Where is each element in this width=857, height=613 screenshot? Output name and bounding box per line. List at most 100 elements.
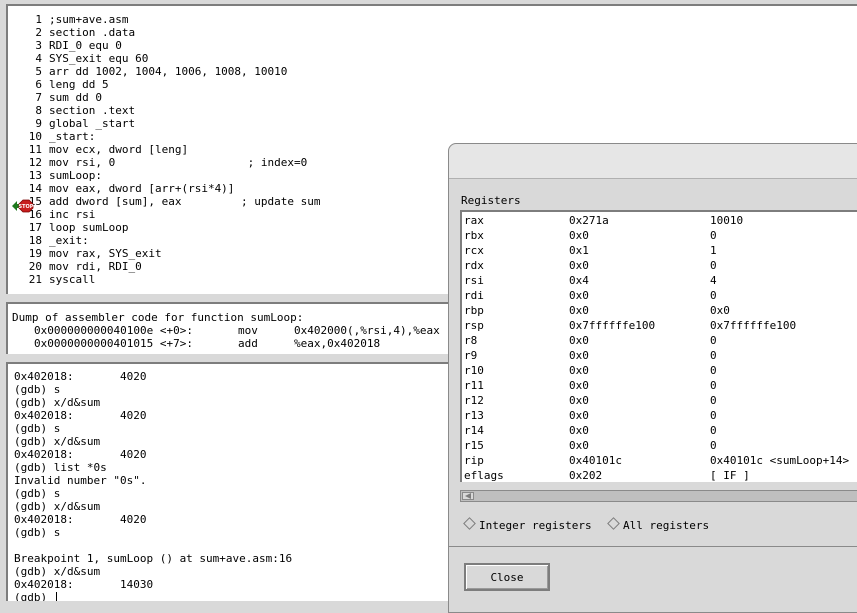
line-number: 8 (35, 104, 42, 117)
integer-registers-radio[interactable]: Integer registers (463, 517, 592, 533)
dialog-titlebar[interactable] (449, 144, 857, 179)
console-line: (gdb) x/d&sum (14, 435, 101, 448)
console-line: (gdb) x/d&sum (14, 500, 101, 513)
stop-label: STOP (19, 204, 34, 210)
line-number: 18 (28, 234, 42, 247)
register-name: rbx (464, 229, 484, 242)
asm-address: 0x0000000000401015 <+7>: (34, 337, 193, 350)
registers-heading: Registers (461, 194, 521, 207)
source-code: mov rax, SYS_exit (49, 247, 162, 260)
console-line: (gdb) list *0s (14, 461, 107, 474)
radio-diamond-icon (607, 517, 620, 530)
register-row[interactable]: r8 0x0 0 (462, 333, 857, 348)
register-name: eflags (464, 469, 504, 482)
line-number: 3 (35, 39, 42, 52)
register-value: 0 (710, 229, 717, 242)
register-name: rip (464, 454, 484, 467)
register-row[interactable]: r13 0x0 0 (462, 408, 857, 423)
register-hex: 0x4 (569, 274, 589, 287)
breakpoint-stop-icon[interactable]: STOP (12, 199, 34, 213)
register-name: r13 (464, 409, 484, 422)
line-number: 14 (28, 182, 42, 195)
register-value: 0 (710, 364, 717, 377)
register-value: 0 (710, 334, 717, 347)
register-row[interactable]: rax 0x271a 10010 (462, 213, 857, 228)
console-line: 0x402018: 4020 (14, 513, 147, 526)
register-row[interactable]: r15 0x0 0 (462, 438, 857, 453)
all-registers-radio[interactable]: All registers (607, 517, 709, 533)
register-row[interactable]: r12 0x0 0 (462, 393, 857, 408)
register-row[interactable]: r11 0x0 0 (462, 378, 857, 393)
register-name: rdi (464, 289, 484, 302)
source-code: RDI_0 equ 0 (49, 39, 122, 52)
register-hex: 0x0 (569, 289, 589, 302)
close-button[interactable]: Close (464, 563, 550, 591)
register-value: 0 (710, 394, 717, 407)
register-name: rdx (464, 259, 484, 272)
register-hex: 0x0 (569, 394, 589, 407)
source-code: _start: (49, 130, 96, 143)
line-number: 5 (35, 65, 42, 78)
register-hex: 0x0 (569, 364, 589, 377)
line-number: 6 (35, 78, 42, 91)
source-code: mov ecx, dword [leng] (49, 143, 189, 156)
register-value: 0 (710, 289, 717, 302)
register-name: rax (464, 214, 484, 227)
console-line: (gdb) s (14, 526, 61, 539)
asm-address: 0x000000000040100e <+0>: (34, 324, 193, 337)
asm-operands: 0x402000(,%rsi,4),%eax (294, 324, 440, 337)
registers-list[interactable]: rax 0x271a 10010 rbx 0x0 0 rcx 0x1 1 rdx 0x0 0 rsi 0x… (460, 210, 857, 482)
line-number: 13 (28, 169, 42, 182)
register-value: 0 (710, 259, 717, 272)
register-row[interactable]: eflags 0x202 [ IF ] (462, 468, 857, 483)
source-code: SYS_exit equ 60 (49, 52, 149, 65)
register-name: rcx (464, 244, 484, 257)
source-code: section .data (49, 26, 136, 39)
register-row[interactable]: rsi 0x4 4 (462, 273, 857, 288)
register-value: 0x40101c <sumLoop+14> (710, 454, 850, 467)
register-row[interactable]: rdi 0x0 0 (462, 288, 857, 303)
dialog-divider (449, 546, 857, 547)
source-code: syscall (49, 273, 96, 286)
register-row[interactable]: r10 0x0 0 (462, 363, 857, 378)
source-code: _exit: (49, 234, 89, 247)
register-row[interactable]: rdx 0x0 0 (462, 258, 857, 273)
register-name: r14 (464, 424, 484, 437)
register-name: r9 (464, 349, 478, 362)
register-value: 0 (710, 409, 717, 422)
source-code: loop sumLoop (49, 221, 129, 234)
register-name: rsp (464, 319, 484, 332)
register-name: r10 (464, 364, 484, 377)
integer-registers-label: Integer registers (479, 519, 592, 532)
line-number: 2 (35, 26, 42, 39)
register-hex: 0x40101c (569, 454, 622, 467)
register-hex: 0x0 (569, 304, 589, 317)
register-row[interactable]: rbp 0x0 0x0 (462, 303, 857, 318)
source-code: inc rsi (49, 208, 96, 221)
register-row[interactable]: rip 0x40101c 0x40101c <sumLoop+14> (462, 453, 857, 468)
console-line: 0x402018: 4020 (14, 370, 147, 383)
line-number: 17 (28, 221, 42, 234)
register-value: 0 (710, 379, 717, 392)
register-row[interactable]: rbx 0x0 0 (462, 228, 857, 243)
text-cursor (55, 592, 57, 601)
register-row[interactable]: rcx 0x1 1 (462, 243, 857, 258)
horizontal-scrollbar[interactable] (460, 490, 857, 502)
line-number: 20 (28, 260, 42, 273)
assembler-header: Dump of assembler code for function sumL… (12, 311, 304, 324)
line-number: 7 (35, 91, 42, 104)
register-name: r15 (464, 439, 484, 452)
register-value: 0x0 (710, 304, 730, 317)
console-line: 0x402018: 4020 (14, 409, 147, 422)
register-row[interactable]: r9 0x0 0 (462, 348, 857, 363)
source-code: sumLoop: (49, 169, 102, 182)
console-line: Invalid number "0s". (14, 474, 147, 487)
register-row[interactable]: r14 0x0 0 (462, 423, 857, 438)
scroll-left-arrow-icon[interactable] (462, 492, 474, 500)
register-hex: 0x0 (569, 409, 589, 422)
console-line: 0x402018: 4020 (14, 448, 147, 461)
source-code: add dword [sum], eax ; update sum (49, 195, 321, 208)
register-hex: 0x0 (569, 424, 589, 437)
source-code: sum dd 0 (49, 91, 102, 104)
register-row[interactable]: rsp 0x7ffffffe100 0x7ffffffe100 (462, 318, 857, 333)
